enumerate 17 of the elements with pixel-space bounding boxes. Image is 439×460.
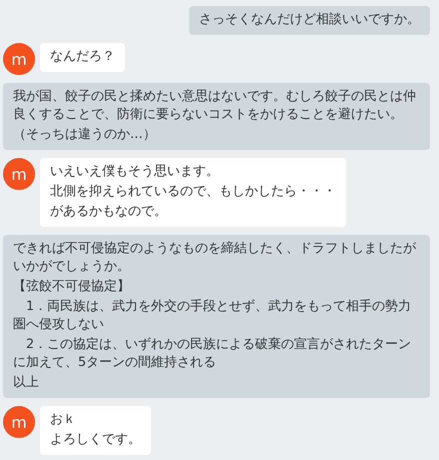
message-text: 以上 (13, 374, 40, 392)
message-text: できれば不可侵協定のようなものを締結したく、ドラフトしましたがいかがでしょうか。 (13, 240, 417, 276)
message-text: よろしくです。 (50, 431, 141, 449)
message-text: 北側を抑えられているので、もしかしたら・・・ (50, 183, 336, 201)
user-avatar: m (3, 43, 35, 75)
message-text: おｋ (50, 411, 77, 429)
message-text: さっそくなんだけど相談いいですか。 (199, 11, 420, 29)
message-text: いえいえ僕もそう思います。 (50, 163, 220, 181)
message-text: 我が国、餃子の民と揉めたい意思はないです。むしろ餃子の民とは仲良くすることで、防衛に要らないコストをかけることを避けたい。 (13, 88, 417, 124)
message-text: （そっちは違うのか…） (13, 126, 157, 144)
user-avatar: m (3, 158, 35, 190)
message-text: なんだろ？ (50, 48, 115, 66)
user-avatar: m (3, 406, 35, 438)
message-text: 2．この協定は、いずれかの民族による破棄の宣言がされたターンに加えて、5ターンの間維持される (13, 336, 412, 372)
message-text: があるかもなので。 (50, 203, 168, 221)
message-text: 【弦餃不可侵協定】 (13, 278, 131, 296)
message-text: 1．両民族は、武力を外交の手段とせず、武力をもって相手の勢力圏へ侵攻しない (13, 298, 412, 334)
